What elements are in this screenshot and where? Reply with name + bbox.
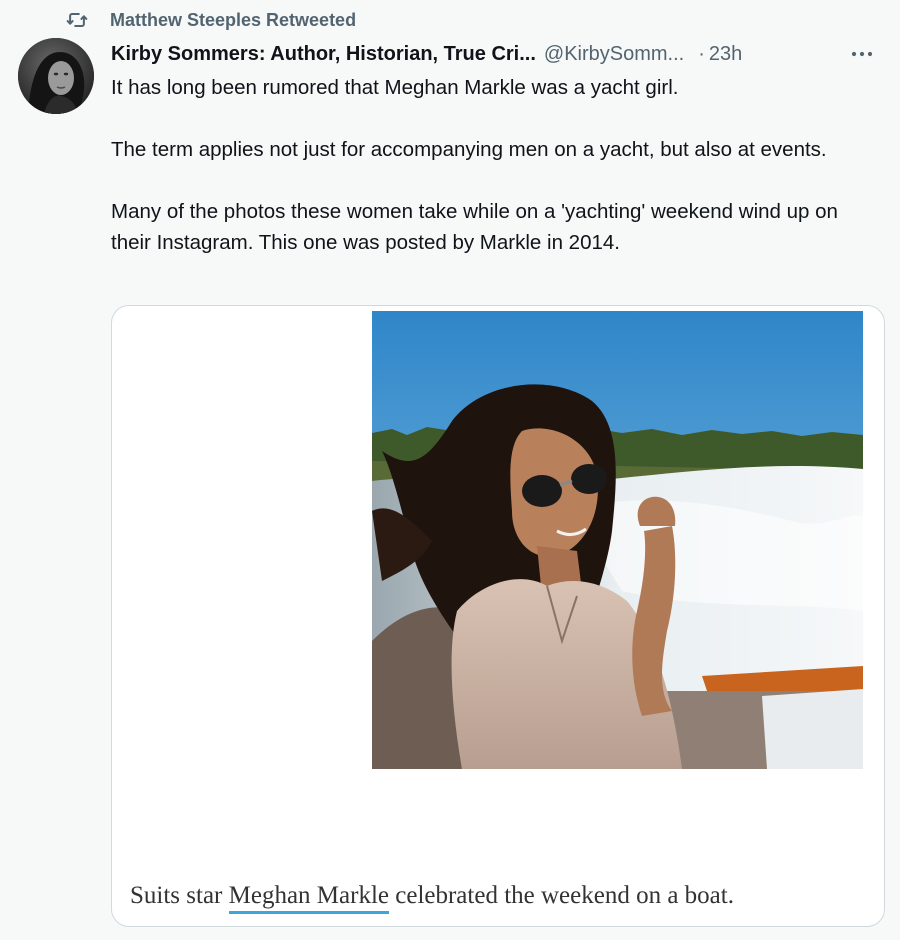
retweet-label[interactable]: Matthew Steeples Retweeted	[110, 10, 356, 31]
media-caption: Suits star Meghan Markle celebrated the …	[130, 882, 734, 914]
author-handle[interactable]: @KirbySomm...	[544, 43, 684, 66]
caption-suffix: celebrated the weekend on a boat.	[389, 882, 734, 909]
tweet-header: Kirby Sommers: Author, Historian, True C…	[111, 40, 891, 68]
caption-prefix: Suits star	[130, 882, 229, 909]
tweet[interactable]: Matthew Steeples Retweeted Kirby Sommers…	[0, 0, 900, 940]
avatar[interactable]	[18, 38, 94, 114]
tweet-paragraph: Many of the photos these women take whil…	[111, 200, 838, 254]
caption-name-link[interactable]: Meghan Markle	[228, 882, 389, 914]
boat-photo[interactable]	[372, 311, 863, 769]
more-horizontal-icon	[851, 51, 873, 57]
author-display-name[interactable]: Kirby Sommers: Author, Historian, True C…	[111, 43, 536, 66]
separator-dot: ·	[698, 42, 705, 65]
retweet-icon	[66, 13, 88, 27]
tweet-paragraph: The term applies not just for accompanyi…	[111, 138, 827, 161]
retweet-context[interactable]: Matthew Steeples Retweeted	[66, 8, 356, 32]
more-options-button[interactable]	[847, 40, 877, 68]
media-attachment[interactable]: Suits star Meghan Markle celebrated the …	[111, 305, 885, 927]
tweet-text: It has long been rumored that Meghan Mar…	[111, 72, 881, 258]
tweet-paragraph: It has long been rumored that Meghan Mar…	[111, 76, 679, 99]
tweet-timestamp[interactable]: 23h	[709, 43, 742, 66]
